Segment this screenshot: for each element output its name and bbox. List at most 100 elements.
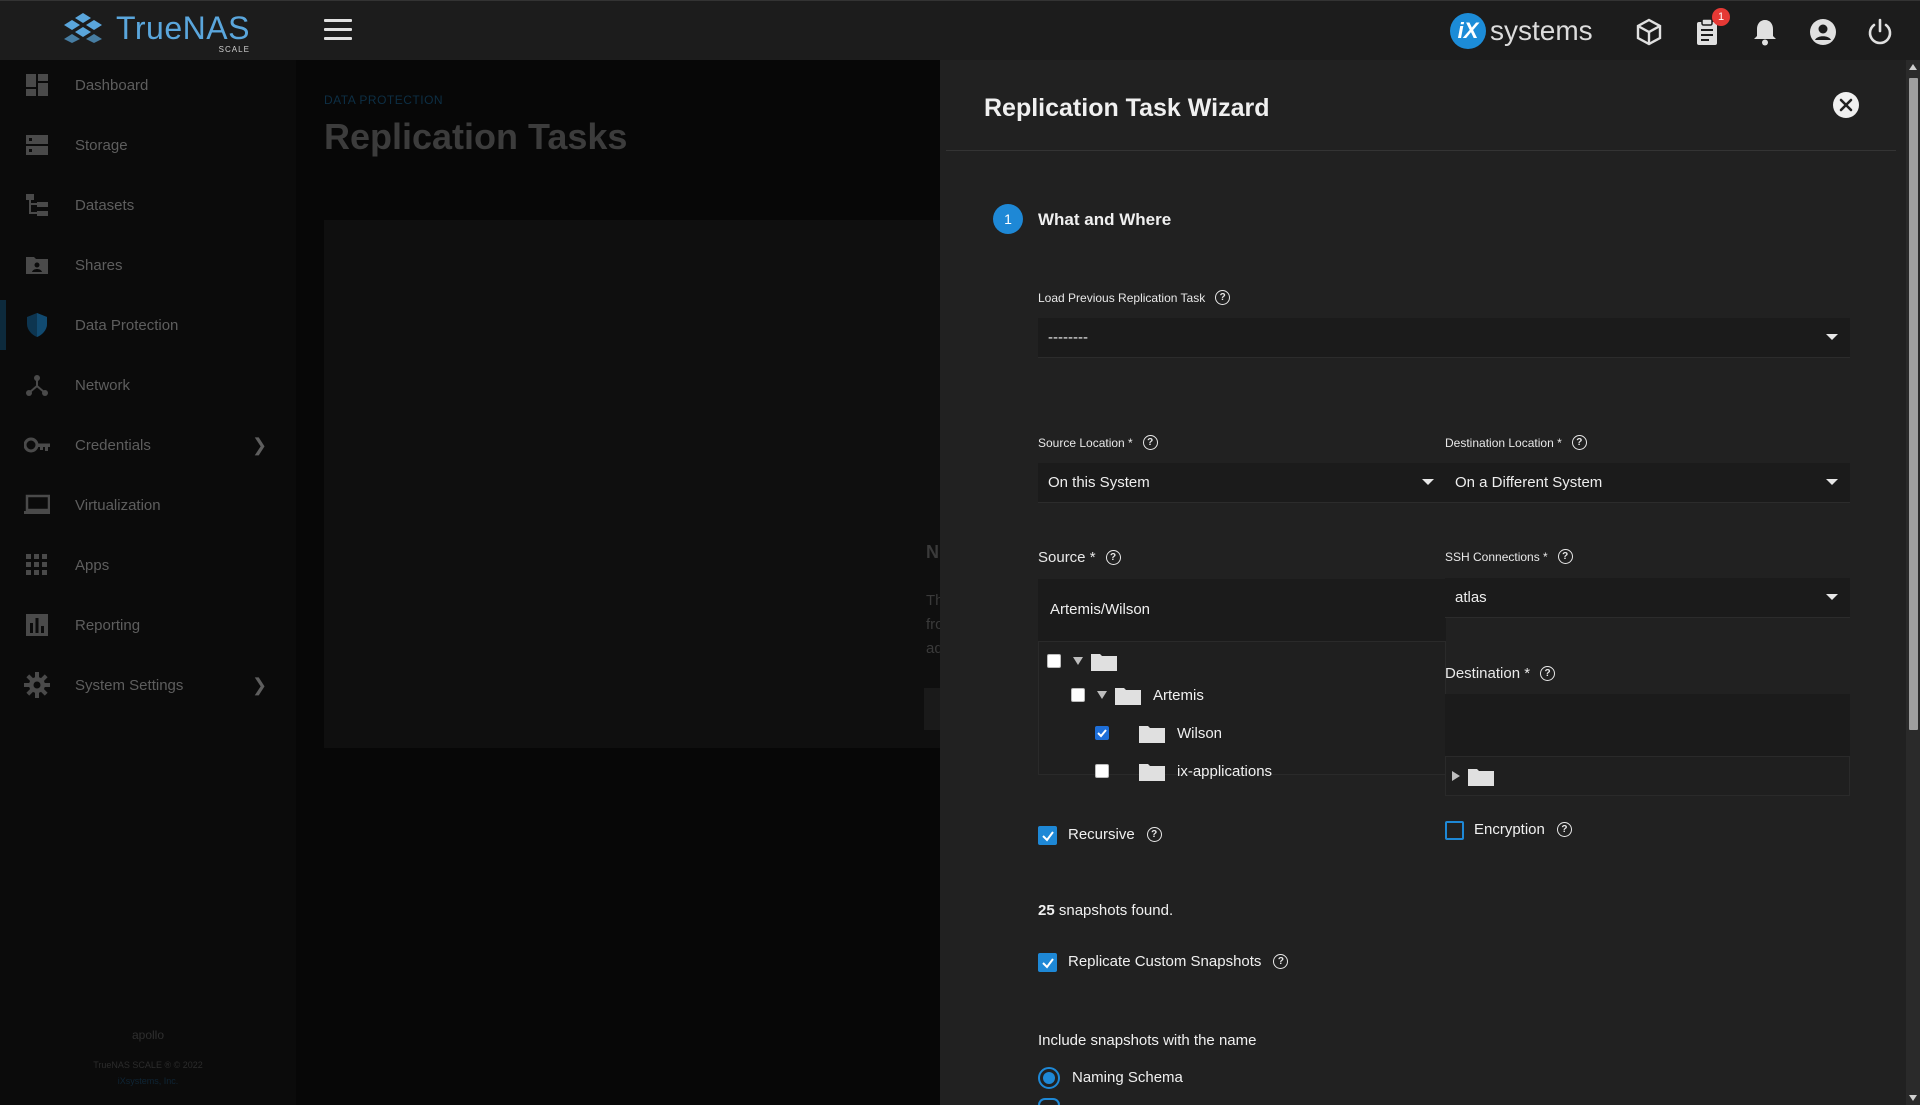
sidebar-item-system-settings[interactable]: System Settings ❯ bbox=[0, 660, 296, 710]
wizard-title: Replication Task Wizard bbox=[984, 94, 1270, 122]
sidebar: Dashboard Storage Datasets Shares Data P… bbox=[0, 60, 296, 1105]
next-radio-partial[interactable] bbox=[1038, 1098, 1060, 1105]
help-icon[interactable]: ? bbox=[1146, 827, 1162, 842]
help-icon[interactable]: ? bbox=[1273, 954, 1289, 969]
laptop-icon bbox=[24, 492, 50, 518]
expand-toggle-icon[interactable] bbox=[1452, 771, 1460, 781]
power-icon[interactable] bbox=[1865, 17, 1895, 47]
ix-brand-text: systems bbox=[1490, 15, 1593, 46]
help-icon[interactable]: ? bbox=[1557, 549, 1573, 564]
tree-checkbox[interactable] bbox=[1095, 764, 1109, 778]
snapshots-found-text: 25 snapshots found. bbox=[1038, 902, 1173, 919]
tree-row-artemis[interactable]: Artemis bbox=[1071, 682, 1204, 708]
field-label: SSH Connections * bbox=[1445, 549, 1548, 564]
truecommand-icon[interactable] bbox=[1634, 17, 1664, 47]
replication-wizard-panel: Replication Task Wizard 1 What and Where… bbox=[940, 60, 1906, 1105]
tree-checkbox[interactable] bbox=[1071, 688, 1085, 702]
tree-row-root[interactable] bbox=[1047, 648, 1127, 674]
scrollbar[interactable] bbox=[1906, 60, 1920, 1105]
source-location-label: Source Location * ? bbox=[1038, 435, 1158, 450]
replicate-custom-snapshots-checkbox[interactable] bbox=[1038, 953, 1057, 972]
sidebar-item-label: Virtualization bbox=[75, 496, 161, 514]
breadcrumb[interactable]: DATA PROTECTION bbox=[324, 93, 443, 107]
field-label: Destination * bbox=[1445, 665, 1531, 682]
sidebar-item-data-protection[interactable]: Data Protection bbox=[0, 300, 296, 350]
naming-schema-radio[interactable] bbox=[1038, 1067, 1060, 1089]
source-location-select[interactable]: On this System bbox=[1038, 463, 1446, 503]
sidebar-item-label: Reporting bbox=[75, 616, 141, 634]
snapshots-count: 25 bbox=[1038, 902, 1055, 919]
sidebar-item-label: Shares bbox=[75, 256, 123, 274]
checkbox-label: Replicate Custom Snapshots bbox=[1068, 953, 1262, 970]
company-link[interactable]: iXsystems, Inc. bbox=[0, 1076, 296, 1086]
sidebar-item-label: Apps bbox=[75, 556, 110, 574]
destination-input[interactable] bbox=[1445, 694, 1850, 756]
copyright-text: TrueNAS SCALE ® © 2022 bbox=[93, 1060, 203, 1070]
sidebar-item-virtualization[interactable]: Virtualization bbox=[0, 480, 296, 530]
sidebar-item-credentials[interactable]: Credentials ❯ bbox=[0, 420, 296, 470]
select-value: On this System bbox=[1048, 474, 1150, 491]
close-button[interactable] bbox=[1833, 92, 1859, 118]
recursive-checkbox[interactable] bbox=[1038, 826, 1057, 845]
storage-icon bbox=[24, 132, 50, 158]
expand-toggle-icon[interactable] bbox=[1073, 657, 1083, 665]
folder-icon bbox=[1139, 725, 1165, 743]
tree-checkbox[interactable] bbox=[1095, 726, 1109, 740]
sidebar-item-reporting[interactable]: Reporting bbox=[0, 600, 296, 650]
scrollbar-thumb[interactable] bbox=[1909, 78, 1918, 730]
hostname: apollo bbox=[131, 1028, 165, 1042]
sidebar-item-network[interactable]: Network bbox=[0, 360, 296, 410]
include-snapshots-label: Include snapshots with the name bbox=[1038, 1032, 1257, 1049]
scroll-down-arrow-icon[interactable] bbox=[1909, 1095, 1917, 1101]
sidebar-item-datasets[interactable]: Datasets bbox=[0, 180, 296, 230]
bell-icon[interactable] bbox=[1750, 17, 1780, 47]
expand-toggle-icon[interactable] bbox=[1097, 691, 1107, 699]
sidebar-item-label: Datasets bbox=[75, 196, 135, 214]
ssh-connections-select[interactable]: atlas bbox=[1445, 578, 1850, 618]
help-icon[interactable]: ? bbox=[1540, 666, 1556, 681]
sidebar-item-dashboard[interactable]: Dashboard bbox=[0, 60, 296, 110]
select-value: atlas bbox=[1455, 589, 1487, 606]
source-input[interactable]: Artemis/Wilson bbox=[1038, 579, 1446, 641]
bar-chart-icon bbox=[24, 612, 50, 638]
ix-mark: iX bbox=[1450, 13, 1486, 49]
truenas-logo[interactable]: TrueNAS SCALE bbox=[58, 11, 250, 54]
tree-label: Artemis bbox=[1153, 686, 1204, 704]
tree-row-root[interactable] bbox=[1452, 763, 1494, 789]
sidebar-item-label: System Settings bbox=[75, 676, 184, 694]
jobs-clipboard-icon[interactable]: 1 bbox=[1692, 8, 1730, 47]
help-icon[interactable]: ? bbox=[1215, 290, 1231, 305]
sidebar-item-apps[interactable]: Apps bbox=[0, 540, 296, 590]
divider bbox=[946, 150, 1896, 151]
sidebar-item-shares[interactable]: Shares bbox=[0, 240, 296, 290]
tree-row-ix-applications[interactable]: ix-applications bbox=[1095, 758, 1272, 784]
field-label: Source * bbox=[1038, 549, 1096, 566]
dropdown-arrow-icon bbox=[1826, 594, 1838, 600]
help-icon[interactable]: ? bbox=[1571, 435, 1587, 450]
encryption-checkbox[interactable] bbox=[1445, 821, 1464, 840]
scroll-up-arrow-icon[interactable] bbox=[1909, 64, 1917, 70]
tree-checkbox[interactable] bbox=[1047, 654, 1061, 668]
dropdown-arrow-icon bbox=[1422, 479, 1434, 485]
tree-row-wilson[interactable]: Wilson bbox=[1095, 720, 1222, 746]
menu-toggle-button[interactable] bbox=[324, 19, 352, 43]
field-label: Source Location * bbox=[1038, 435, 1133, 450]
destination-location-select[interactable]: On a Different System bbox=[1445, 463, 1850, 503]
help-icon[interactable]: ? bbox=[1142, 435, 1158, 450]
naming-schema-label: Naming Schema bbox=[1072, 1069, 1183, 1086]
recursive-label: Recursive ? bbox=[1068, 826, 1162, 843]
load-previous-select[interactable]: -------- bbox=[1038, 318, 1850, 358]
sidebar-item-label: Storage bbox=[75, 136, 128, 154]
help-icon[interactable]: ? bbox=[1556, 822, 1572, 837]
checkbox-label: Encryption bbox=[1474, 821, 1545, 838]
help-icon[interactable]: ? bbox=[1105, 550, 1121, 565]
sidebar-item-label: Network bbox=[75, 376, 131, 394]
shield-icon bbox=[24, 312, 50, 338]
sidebar-item-storage[interactable]: Storage bbox=[0, 120, 296, 170]
ixsystems-logo[interactable]: iX systems bbox=[1450, 13, 1593, 49]
page-title: Replication Tasks bbox=[324, 116, 628, 157]
select-value: On a Different System bbox=[1455, 474, 1603, 491]
top-bar: TrueNAS SCALE iX systems 1 bbox=[0, 0, 1920, 60]
account-circle-icon[interactable] bbox=[1808, 17, 1838, 47]
folder-icon bbox=[1468, 768, 1494, 786]
